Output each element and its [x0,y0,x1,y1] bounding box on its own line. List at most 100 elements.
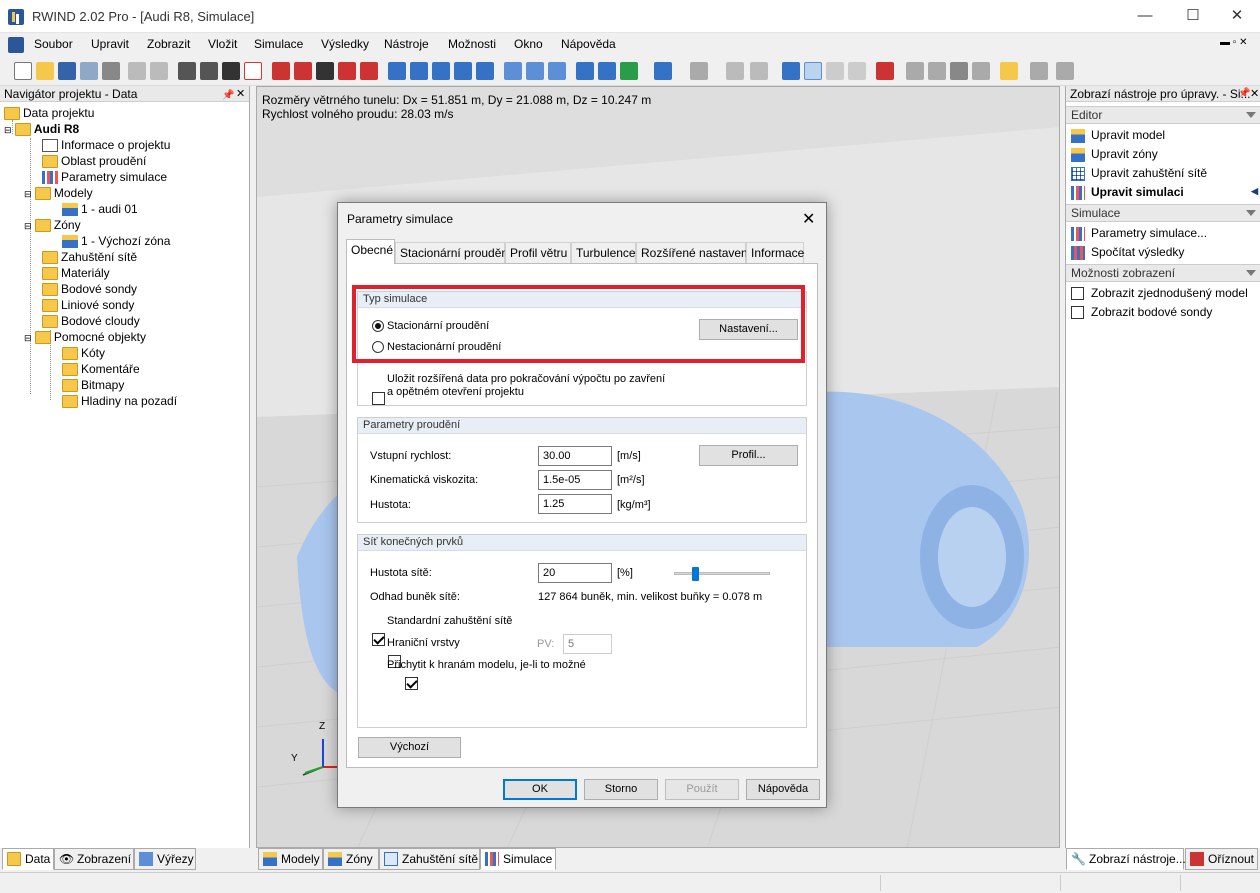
tree-audi-r8[interactable]: ⊟ Audi R8 [4,122,79,137]
tab-turbulence[interactable]: Turbulence [571,242,636,264]
tree-info[interactable]: Informace o projektu [42,138,170,153]
print-icon[interactable] [102,62,120,80]
tab-general[interactable]: Obecné [346,239,395,264]
tree-helper-objects[interactable]: ⊟ Pomocné objekty [24,330,146,345]
view-model-icon[interactable] [272,62,290,80]
cancel-button[interactable]: Storno [584,779,658,800]
maximize-button[interactable]: ☐ [1170,0,1216,32]
tree-mesh-refine[interactable]: Zahuštění sítě [42,250,137,265]
plane-icon[interactable] [906,62,924,80]
tree-materials[interactable]: Materiály [42,266,110,281]
standard-refine-checkbox[interactable] [372,633,385,647]
collapse-icon[interactable]: ⊟ [4,125,12,135]
settings-button[interactable]: Nastavení... [699,319,798,340]
clip-icon[interactable] [972,62,990,80]
view-front-icon[interactable] [410,62,428,80]
render-icon[interactable] [876,62,894,80]
editor-section[interactable]: Editor [1066,106,1260,124]
tab-views[interactable]: Výřezy [134,848,196,870]
tab-data[interactable]: Data [2,848,54,870]
tree-data-projektu[interactable]: Data projektu [4,106,94,121]
tree-dimensions[interactable]: Kóty [62,346,105,361]
view-zone-icon[interactable] [294,62,312,80]
radio-nonstationary[interactable] [372,341,384,353]
tree-flow-area[interactable]: Oblast proudění [42,154,146,169]
menu-vysledky[interactable]: Výsledky [321,37,369,51]
mesh-density-slider[interactable] [674,567,770,581]
view-iso-icon[interactable] [388,62,406,80]
tab-information[interactable]: Informace [746,242,804,264]
show-point-probes[interactable]: Zobrazit bodové sondy [1071,305,1212,320]
tree-zones[interactable]: ⊟ Zóny [24,218,81,233]
pin-icon[interactable]: 📌 [1238,86,1250,102]
help-button[interactable]: Nápověda [746,779,820,800]
rotate-icon[interactable] [338,62,356,80]
slider-thumb[interactable] [692,567,699,581]
tree-model-1[interactable]: 1 - audi 01 [62,202,138,217]
cube-icon[interactable] [654,62,672,80]
tool-2-icon[interactable] [804,62,822,80]
box-view-icon[interactable] [598,62,616,80]
scale-icon[interactable] [360,62,378,80]
new-icon[interactable] [14,62,32,80]
pv-input[interactable]: 5 [563,634,612,654]
menu-nastroje[interactable]: Nástroje [384,37,429,51]
open-icon[interactable] [36,62,54,80]
menu-upravit[interactable]: Upravit [91,37,129,51]
chevron-down-icon[interactable] [1246,112,1256,118]
edit-zones-item[interactable]: Upravit zóny [1071,147,1158,162]
pen-icon[interactable] [690,62,708,80]
checkbox[interactable] [1071,306,1084,320]
wrench-icon[interactable] [1030,62,1048,80]
mdi-controls[interactable]: ▬ ▫ ✕ [1220,37,1247,48]
save-icon[interactable] [58,62,76,80]
display-options-section[interactable]: Možnosti zobrazení [1066,264,1260,282]
tab-mesh[interactable]: Zahuštění sítě [379,848,480,870]
tool-4-icon[interactable] [848,62,866,80]
grid-icon[interactable] [222,62,240,80]
snap-edges-checkbox[interactable] [404,677,418,691]
close-panel-icon[interactable]: ✕ [236,86,245,102]
viscosity-input[interactable]: 1.5e-05 [538,470,612,490]
edit-simulation-item[interactable]: Upravit simulaci ◀ [1071,185,1258,200]
move-icon[interactable] [316,62,334,80]
tree-sim-params[interactable]: Parametry simulace [42,170,167,185]
show-simplified-model[interactable]: Zobrazit zjednodušený model [1071,286,1248,301]
edit-mesh-item[interactable]: Upravit zahuštění sítě [1071,166,1207,181]
redo-icon[interactable] [150,62,168,80]
menu-napoveda[interactable]: Nápověda [561,37,616,51]
edit-model-item[interactable]: Upravit model [1071,128,1165,143]
tab-stationary-flow[interactable]: Stacionární proudění [395,242,511,264]
zoom-icon[interactable] [454,62,472,80]
tool-1-icon[interactable] [782,62,800,80]
tree-bg-layers[interactable]: Hladiny na pozadí [62,394,177,409]
solid-icon[interactable] [950,62,968,80]
flow-icon[interactable] [726,62,744,80]
sim-params-item[interactable]: Parametry simulace... [1071,226,1207,241]
menu-moznosti[interactable]: Možnosti [448,37,496,51]
radio-stationary[interactable] [372,320,384,332]
settings-tool-icon[interactable] [1056,62,1074,80]
checkbox[interactable] [1071,287,1084,301]
arrows-icon[interactable] [620,62,638,80]
tab-wind-profile[interactable]: Profil větru [505,242,571,264]
tree-comments[interactable]: Komentáře [62,362,140,377]
layers-icon[interactable] [750,62,768,80]
menu-okno[interactable]: Okno [514,37,543,51]
mesh-density-input[interactable]: 20 [538,563,612,583]
snap-icon[interactable] [244,62,262,80]
dialog-close-icon[interactable]: ✕ [802,209,815,229]
collapse-icon[interactable]: ⊟ [24,189,32,199]
apply-button[interactable]: Použít [665,779,739,800]
minimize-button[interactable]: — [1122,0,1168,32]
menu-zobrazit[interactable]: Zobrazit [147,37,190,51]
refresh-icon[interactable] [504,62,522,80]
tab-clip[interactable]: Oříznout [1185,848,1258,870]
view-side-icon[interactable] [432,62,450,80]
tab-edit-tools[interactable]: 🔧 Zobrazí nástroje... [1066,848,1186,870]
chevron-down-icon[interactable] [1246,270,1256,276]
close-panel-icon[interactable]: ✕ [1250,86,1259,102]
default-button[interactable]: Výchozí [358,737,461,758]
recalc-icon[interactable] [526,62,544,80]
select-all-icon[interactable] [200,62,218,80]
